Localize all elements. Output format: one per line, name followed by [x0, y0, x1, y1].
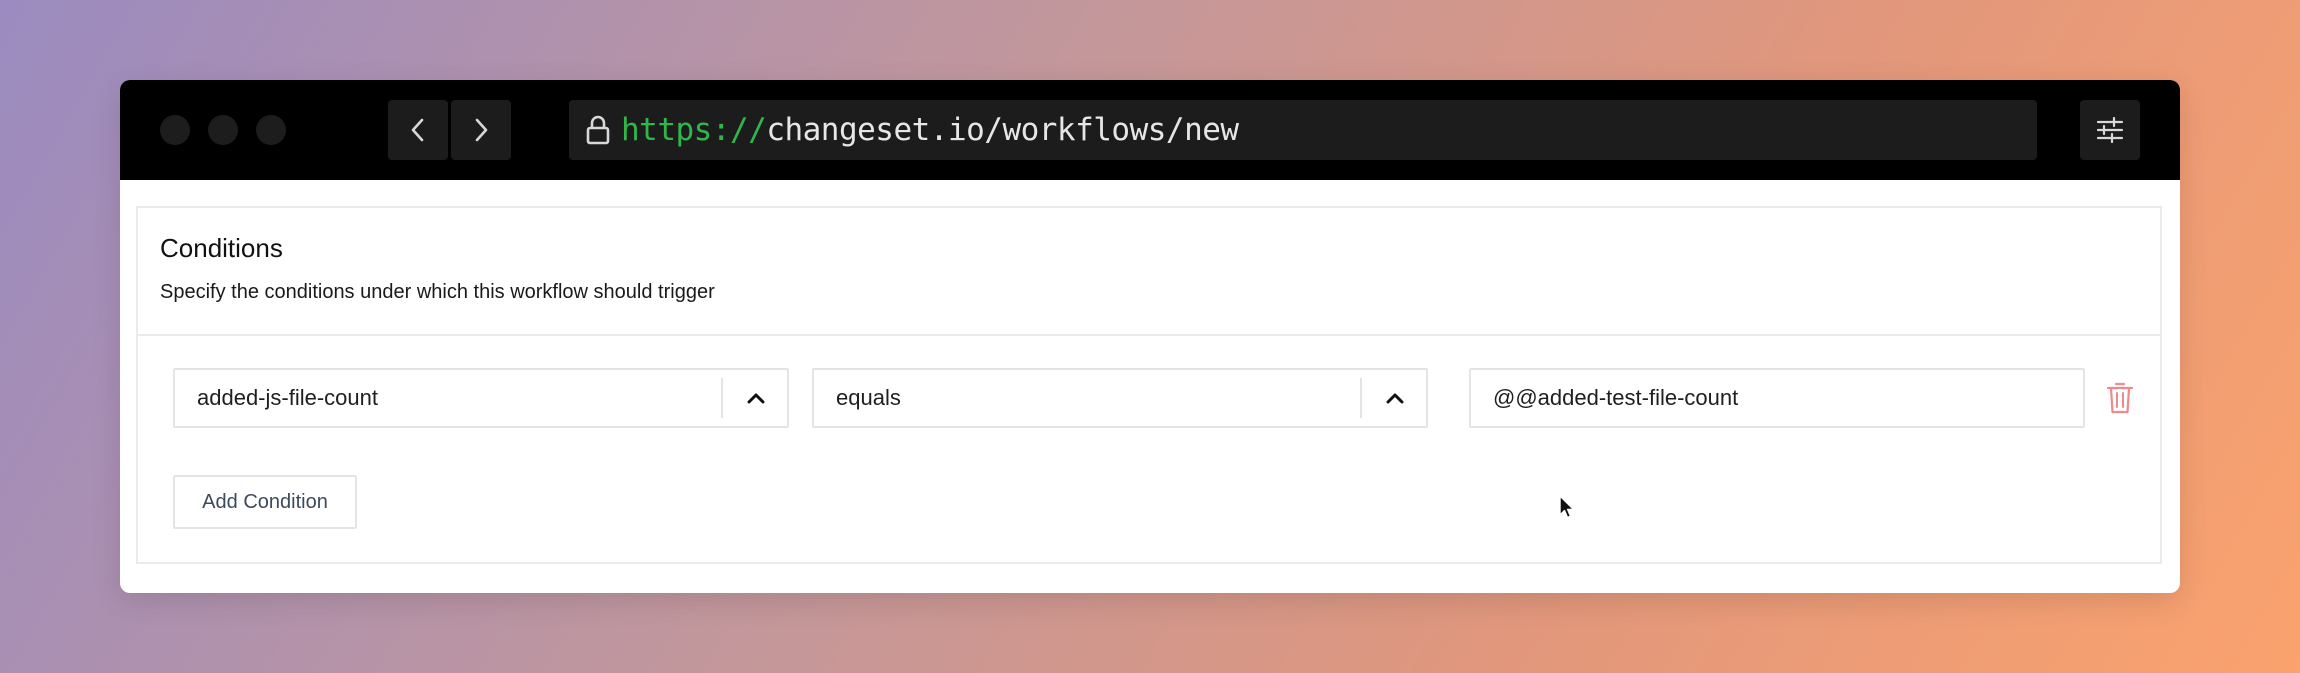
- settings-button[interactable]: [2080, 100, 2140, 160]
- conditions-description: Specify the conditions under which this …: [160, 281, 715, 303]
- delete-condition-button[interactable]: [2103, 380, 2137, 416]
- sliders-icon: [2096, 117, 2124, 143]
- window-minimize-button[interactable]: [208, 115, 238, 145]
- url-scheme: https://: [621, 112, 767, 148]
- operator-select-value: equals: [836, 385, 901, 410]
- chevron-up-icon[interactable]: [1362, 370, 1428, 426]
- add-condition-button[interactable]: Add Condition: [173, 475, 357, 529]
- field-select[interactable]: added-js-file-count: [173, 368, 789, 428]
- trash-icon: [2106, 382, 2134, 414]
- forward-button[interactable]: [451, 100, 511, 160]
- chevron-up-icon[interactable]: [723, 370, 789, 426]
- lock-icon: [583, 113, 613, 147]
- address-bar[interactable]: https://changeset.io/workflows/new: [569, 100, 2037, 160]
- browser-window: https://changeset.io/workflows/new Condi…: [120, 80, 2180, 593]
- chevron-left-icon: [411, 118, 424, 142]
- conditions-panel: Conditions Specify the conditions under …: [136, 206, 2162, 564]
- chevron-right-icon: [475, 118, 488, 142]
- conditions-header: Conditions Specify the conditions under …: [138, 208, 2160, 336]
- field-select-value: added-js-file-count: [197, 385, 378, 410]
- mouse-cursor-icon: [1559, 495, 1575, 519]
- back-button[interactable]: [388, 100, 448, 160]
- window-maximize-button[interactable]: [256, 115, 286, 145]
- conditions-title: Conditions: [160, 233, 283, 263]
- condition-value-input[interactable]: [1469, 368, 2085, 428]
- url-text[interactable]: https://changeset.io/workflows/new: [621, 112, 1239, 148]
- url-path: changeset.io/workflows/new: [766, 112, 1239, 148]
- browser-toolbar: https://changeset.io/workflows/new: [120, 80, 2180, 180]
- window-close-button[interactable]: [160, 115, 190, 145]
- operator-select[interactable]: equals: [812, 368, 1428, 428]
